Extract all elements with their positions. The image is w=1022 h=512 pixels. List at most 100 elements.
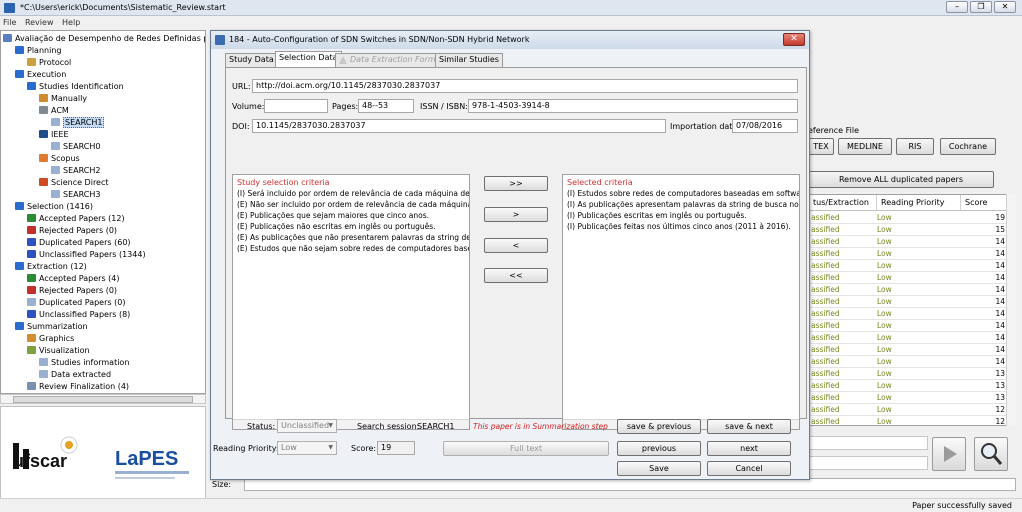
criteria-item[interactable]: (E) As publicações que não presentarem p… xyxy=(237,233,469,242)
next-button[interactable]: next xyxy=(707,441,791,456)
import-cochrane-button[interactable]: Cochrane xyxy=(940,138,996,155)
doi-field[interactable]: 10.1145/2837030.2837037 xyxy=(252,119,666,133)
criteria-item[interactable]: (I) Publicações escritas em inglês ou po… xyxy=(567,211,747,220)
tree-node[interactable]: Rejected Papers (0) xyxy=(27,285,117,296)
add-criteria-button[interactable]: > xyxy=(484,207,548,222)
tree-node[interactable]: Planning xyxy=(15,45,61,56)
tree-node[interactable]: Selection (1416) xyxy=(15,201,93,212)
table-row[interactable]: assified Low 14 xyxy=(809,284,1015,296)
tree-node[interactable]: SEARCH1 xyxy=(51,117,105,128)
criteria-item[interactable]: (E) Não ser incluido por ordem de relevâ… xyxy=(237,200,469,209)
tree-node[interactable]: Duplicated Papers (0) xyxy=(27,297,125,308)
review-tree[interactable]: Avaliação de Desempenho de Redes Definid… xyxy=(0,30,206,394)
dialog-close-button[interactable]: ✕ xyxy=(783,33,805,46)
menu-file[interactable]: File xyxy=(0,16,19,27)
tree-node[interactable]: Unclassified Papers (1344) xyxy=(27,249,146,260)
maximize-button[interactable]: ❐ xyxy=(970,1,992,13)
tree-node[interactable]: SEARCH3 xyxy=(51,189,100,200)
table-row[interactable]: assified Low 15 xyxy=(809,224,1015,236)
table-row[interactable]: assified Low 13 xyxy=(809,380,1015,392)
table-row[interactable]: assified Low 12 xyxy=(809,416,1015,425)
tree-node[interactable]: SEARCH2 xyxy=(51,165,100,176)
full-text-button[interactable]: Full text xyxy=(443,441,609,456)
tree-node[interactable]: Studies Identification xyxy=(27,81,124,92)
tree-node[interactable]: Data extracted xyxy=(39,369,111,380)
tab-selection-data[interactable]: Selection Data xyxy=(275,51,342,67)
tab-study-data[interactable]: Study Data xyxy=(225,53,278,67)
table-row[interactable]: assified Low 14 xyxy=(809,236,1015,248)
tree-node[interactable]: Protocol xyxy=(27,57,71,68)
importation-date-field[interactable]: 07/08/2016 xyxy=(732,119,798,133)
criteria-item[interactable]: (I) Publicações feitas nos últimos cinco… xyxy=(567,222,791,231)
menu-review[interactable]: Review xyxy=(22,16,57,27)
study-selection-criteria-list[interactable]: Study selection criteria (I) Será inclui… xyxy=(232,174,470,430)
table-row[interactable]: assified Low 14 xyxy=(809,248,1015,260)
tab-data-extraction-form[interactable]: Data Extraction Form xyxy=(335,53,440,67)
import-ris-button[interactable]: RIS xyxy=(896,138,934,155)
tree-node[interactable]: Summarization xyxy=(15,321,88,332)
import-medline-button[interactable]: MEDLINE xyxy=(838,138,892,155)
tree-horizontal-scrollbar[interactable] xyxy=(0,394,206,404)
search-button[interactable] xyxy=(974,437,1008,471)
tree-node[interactable]: Accepted Papers (4) xyxy=(27,273,120,284)
table-row[interactable]: assified Low 14 xyxy=(809,344,1015,356)
tree-node[interactable]: Science Direct xyxy=(39,177,109,188)
table-row[interactable]: assified Low 19 xyxy=(809,212,1015,224)
papers-table[interactable]: tus/Extraction Reading Priority Score as… xyxy=(808,194,1016,426)
criteria-item[interactable]: (I) As publicações apresentam palavras d… xyxy=(567,200,799,209)
save-button[interactable]: Save xyxy=(617,461,701,476)
selected-criteria-list[interactable]: Selected criteria (I) Estudos sobre rede… xyxy=(562,174,800,430)
tree-node[interactable]: SEARCH0 xyxy=(51,141,100,152)
reading-priority-select[interactable]: Low ▼ xyxy=(277,441,337,455)
table-row[interactable]: assified Low 14 xyxy=(809,296,1015,308)
import-bibtex-button[interactable]: TEX xyxy=(808,138,834,155)
cancel-button[interactable]: Cancel xyxy=(707,461,791,476)
tree-node[interactable]: Duplicated Papers (60) xyxy=(27,237,131,248)
tree-node[interactable]: Scopus xyxy=(39,153,80,164)
remove-criteria-button[interactable]: < xyxy=(484,238,548,253)
tree-node[interactable]: Extraction (12) xyxy=(15,261,87,272)
table-row[interactable]: assified Low 13 xyxy=(809,368,1015,380)
tree-node[interactable]: ACM xyxy=(39,105,69,116)
criteria-item[interactable]: (I) Será incluido por ordem de relevânci… xyxy=(237,189,469,198)
table-row[interactable]: assified Low 14 xyxy=(809,320,1015,332)
tree-node[interactable]: Visualization xyxy=(27,345,90,356)
remove-all-criteria-button[interactable]: << xyxy=(484,268,548,283)
table-row[interactable]: assified Low 13 xyxy=(809,392,1015,404)
table-row[interactable]: assified Low 14 xyxy=(809,260,1015,272)
tree-node[interactable]: Graphics xyxy=(27,333,74,344)
status-select[interactable]: Unclassified ▼ xyxy=(277,419,337,433)
tree-node[interactable]: Execution xyxy=(15,69,66,80)
issn-field[interactable]: 978-1-4503-3914-8 xyxy=(468,99,798,113)
url-field[interactable]: http://doi.acm.org/10.1145/2837030.28370… xyxy=(252,79,798,93)
save-previous-button[interactable]: save & previous xyxy=(617,419,701,434)
table-row[interactable]: assified Low 14 xyxy=(809,332,1015,344)
minimize-button[interactable]: – xyxy=(946,1,968,13)
pages-field[interactable]: 48--53 xyxy=(358,99,414,113)
table-row[interactable]: assified Low 14 xyxy=(809,356,1015,368)
volume-field[interactable] xyxy=(264,99,328,113)
criteria-item[interactable]: (E) Publicações não escritas em inglês o… xyxy=(237,222,436,231)
tree-node[interactable]: IEEE xyxy=(39,129,69,140)
table-row[interactable]: assified Low 12 xyxy=(809,404,1015,416)
tree-node[interactable]: Accepted Papers (12) xyxy=(27,213,125,224)
previous-button[interactable]: previous xyxy=(617,441,701,456)
tree-node[interactable]: Unclassified Papers (8) xyxy=(27,309,130,320)
tree-node[interactable]: Review Finalization (4) xyxy=(27,381,129,392)
table-row[interactable]: assified Low 14 xyxy=(809,308,1015,320)
tree-node[interactable]: Rejected Papers (0) xyxy=(27,225,117,236)
table-row[interactable]: assified Low 14 xyxy=(809,272,1015,284)
criteria-item[interactable]: (E) Publicações que sejam maiores que ci… xyxy=(237,211,429,220)
column-status-extraction[interactable]: tus/Extraction xyxy=(809,195,877,211)
add-all-criteria-button[interactable]: >> xyxy=(484,176,548,191)
tab-similar-studies[interactable]: Similar Studies xyxy=(435,53,503,67)
table-vertical-scrollbar[interactable] xyxy=(1006,194,1016,426)
tree-node[interactable]: Avaliação de Desempenho de Redes Definid… xyxy=(3,33,205,44)
column-reading-priority[interactable]: Reading Priority xyxy=(877,195,961,211)
play-button[interactable] xyxy=(932,437,966,471)
tree-node[interactable]: Studies information xyxy=(39,357,129,368)
close-window-button[interactable]: ✕ xyxy=(994,1,1016,13)
criteria-item[interactable]: (I) Estudos sobre redes de computadores … xyxy=(567,189,799,198)
menu-help[interactable]: Help xyxy=(59,16,83,27)
criteria-item[interactable]: (E) Estudos que não sejam sobre redes de… xyxy=(237,244,469,253)
